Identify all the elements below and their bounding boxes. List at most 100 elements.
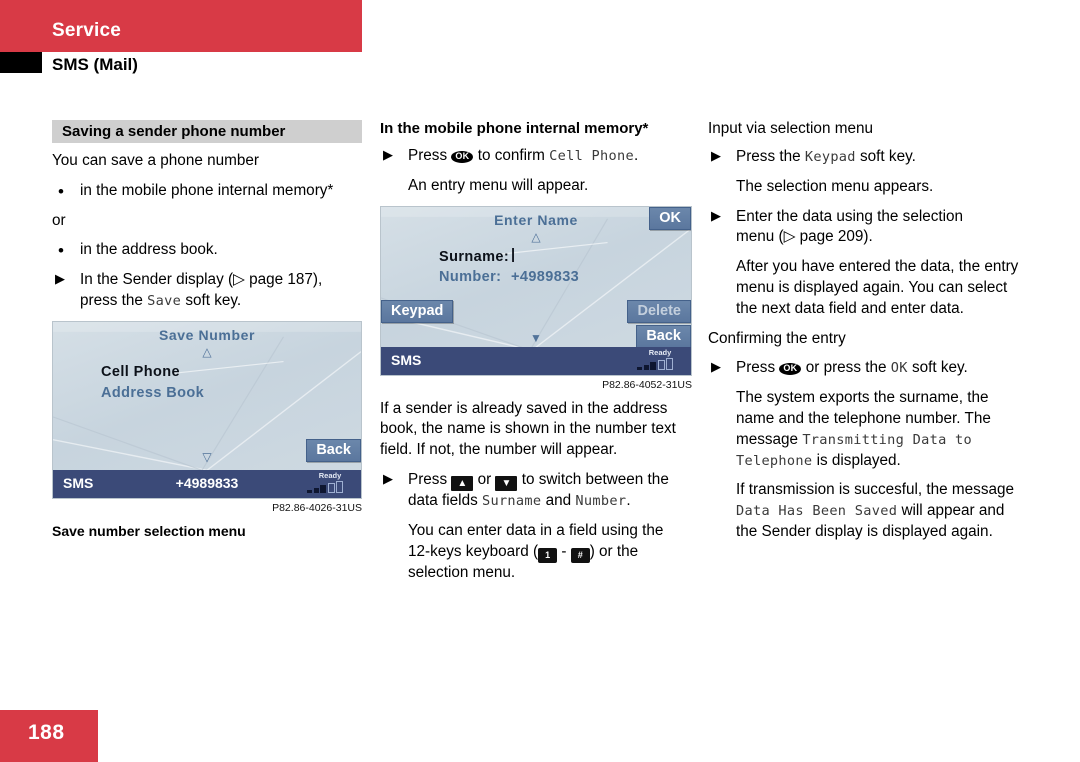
or-text: or — [52, 211, 66, 229]
softkey-ok[interactable]: OK — [649, 206, 691, 230]
note-dash: - — [557, 542, 571, 560]
signal-bars-icon — [637, 357, 683, 370]
menu-item-address-book[interactable]: Address Book — [101, 385, 204, 401]
note-transmitting: The system exports the surname, the name… — [708, 388, 1028, 471]
menu-item-cell-phone[interactable]: Cell Phone — [101, 364, 180, 380]
step-text-post: . — [633, 147, 639, 164]
list-item-label: in the address book. — [80, 241, 218, 259]
figure-save-number-screen: Save Number △ Cell Phone Address Book ▽ … — [52, 320, 362, 499]
triangle-right-icon: ▶ — [711, 148, 721, 163]
note-text-post: is displayed. — [812, 451, 901, 469]
signal-indicator: Ready — [307, 471, 353, 493]
list-item-label: in the mobile phone internal memory* — [80, 181, 334, 199]
scroll-up-arrow-icon: △ — [202, 344, 212, 359]
step-text-pre: Press — [736, 359, 780, 377]
note-text-pre: If transmission is succesful, the messag… — [736, 481, 1015, 499]
triangle-right-icon: ▶ — [711, 359, 721, 375]
triangle-right-icon: ▶ — [711, 207, 721, 223]
subhead-saving-sender-number: Saving a sender phone number — [52, 120, 362, 143]
screen-status-bar: SMS +4989833 Ready — [53, 469, 361, 498]
softkey-delete[interactable]: Delete — [627, 299, 691, 323]
step-text-and: and — [541, 491, 576, 509]
intro-text: You can save a phone number — [52, 152, 259, 169]
step-text-mid: or press the — [801, 359, 891, 377]
column-left: Saving a sender phone number You can sav… — [52, 120, 362, 539]
subhead-confirming-entry: Confirming the entry — [708, 329, 846, 347]
screen-title: Enter Name — [494, 211, 578, 228]
subhead-internal-memory: In the mobile phone internal memory* — [380, 120, 649, 137]
triangle-right-icon: ▶ — [55, 271, 65, 287]
field-label-surname: Surname: — [439, 248, 510, 265]
procedure-step: ▶ Press OK to confirm Cell Phone. — [380, 146, 692, 167]
step-line1: Enter the data using the selection — [736, 207, 964, 225]
message-data-has-been-saved: Data Has Been Saved — [736, 503, 898, 520]
key-1-icon: 1 — [538, 547, 558, 563]
page-title: SMS (Mail) — [52, 55, 138, 74]
note-saved: If transmission is succesful, the messag… — [708, 480, 1028, 542]
scroll-down-arrow-icon: ▼ — [530, 330, 542, 345]
figure-caption: Save number selection menu — [52, 522, 246, 539]
note-line1: You can enter data in a field using the — [408, 521, 664, 539]
triangle-right-icon: ▶ — [383, 147, 393, 162]
list-item: • in the mobile phone internal memory* — [52, 181, 362, 202]
list-item: • in the address book. — [52, 240, 362, 261]
ok-button-icon: OK — [451, 151, 474, 163]
subhead-input-selection-menu: Input via selection menu — [708, 120, 873, 137]
softkey-back[interactable]: Back — [306, 438, 361, 462]
field-value-surname-cursor[interactable]: | — [511, 247, 515, 263]
status-ready-label: Ready — [648, 347, 672, 357]
figure-enter-name-screen: Enter Name △ OK Surname: | Number: +4989… — [380, 205, 692, 376]
step-note: After you have entered the data, the ent… — [736, 258, 1019, 317]
signal-indicator: Ready — [637, 348, 683, 370]
field-label-number: Number: — [439, 268, 502, 285]
figure-code: P82.86-4052-31US — [602, 378, 692, 391]
step-text-pre: Press — [408, 470, 452, 488]
menu-name-cell-phone: Cell Phone — [549, 148, 634, 164]
header-black-tab — [0, 52, 42, 73]
section-title: Service — [52, 20, 122, 41]
arrow-up-key-icon: ▲ — [451, 475, 474, 491]
step-line2-post: soft key. — [181, 291, 242, 309]
step-text-post: soft key. — [907, 359, 968, 377]
softkey-name-save: Save — [147, 292, 182, 309]
procedure-step: ▶ Enter the data using the selection men… — [708, 207, 1028, 249]
step-text-pre: Press — [408, 147, 452, 164]
procedure-step: ▶ Press OK or press the OK soft key. — [708, 358, 1028, 379]
softkey-name-keypad: Keypad — [804, 149, 856, 165]
softkey-keypad[interactable]: Keypad — [381, 299, 454, 323]
step-note: An entry menu will appear. — [408, 176, 589, 194]
triangle-right-icon: ▶ — [383, 470, 393, 486]
step-text-or: or — [473, 470, 496, 488]
figure-code: P82.86-4026-31US — [272, 501, 362, 514]
note-line2-post: ) or the — [589, 542, 639, 560]
status-ready-label: Ready — [318, 470, 342, 480]
step-note: The selection menu appears. — [736, 177, 934, 195]
screen-status-bar: SMS Ready — [381, 346, 691, 375]
field-name-number: Number — [575, 492, 627, 509]
field-name-surname: Surname — [481, 492, 542, 509]
scroll-up-arrow-icon: △ — [531, 229, 541, 244]
procedure-step: ▶ In the Sender display (▷ page 187), pr… — [52, 270, 362, 312]
step-line2-pre: press the — [80, 291, 148, 309]
bullet-icon: • — [58, 241, 64, 261]
paragraph-sender-saved: If a sender is already saved in the addr… — [380, 399, 676, 459]
page-number: 188 — [28, 721, 65, 744]
column-middle: In the mobile phone internal memory* ▶ P… — [380, 120, 692, 592]
softkey-name-ok: OK — [890, 360, 908, 377]
procedure-step: ▶ Press the Keypad soft key. — [708, 147, 1028, 168]
ok-button-icon: OK — [779, 363, 802, 376]
key-hash-icon: # — [570, 547, 590, 563]
step-text-post: soft key. — [855, 148, 916, 165]
bullet-icon: • — [58, 181, 64, 201]
note-line3: selection menu. — [408, 563, 516, 581]
step-line1: In the Sender display (▷ page 187), — [80, 271, 323, 289]
screen-title: Save Number — [158, 326, 256, 343]
step-text-end: . — [626, 491, 631, 509]
procedure-step: ▶ Press ▲ or ▼ to switch between the dat… — [380, 470, 692, 512]
step-note: You can enter data in a field using the … — [380, 521, 692, 584]
note-line2-pre: 12-keys keyboard ( — [408, 542, 539, 560]
step-text-mid: to confirm — [473, 147, 550, 164]
status-label-sms: SMS — [391, 351, 422, 368]
arrow-down-key-icon: ▼ — [495, 475, 518, 491]
field-value-number[interactable]: +4989833 — [511, 269, 579, 285]
